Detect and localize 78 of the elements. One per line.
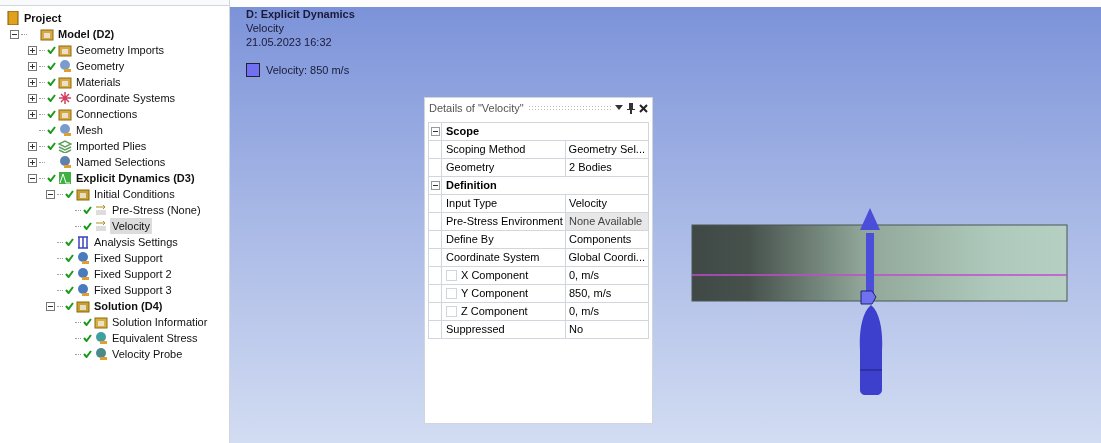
tree-item[interactable]: Materials <box>74 74 123 90</box>
settings-icon <box>76 235 90 249</box>
panel-title: Details of "Velocity" <box>429 100 524 116</box>
project-icon <box>6 11 20 25</box>
expand-toggle[interactable] <box>46 301 55 311</box>
tree-item[interactable]: Analysis Settings <box>92 234 180 250</box>
tree-item[interactable]: Geometry Imports <box>74 42 167 58</box>
expand-toggle[interactable] <box>28 93 37 103</box>
timestamp: 21.05.2023 16:32 <box>246 35 333 49</box>
viewport-subtitle: Velocity <box>246 21 285 35</box>
checkbox[interactable] <box>446 288 457 299</box>
expand-toggle[interactable] <box>28 173 37 183</box>
expand-toggle[interactable] <box>46 189 55 199</box>
viewport-title: D: Explicit Dynamics <box>246 7 355 21</box>
property-label: X Component <box>461 268 529 284</box>
tree-item[interactable]: Initial Conditions <box>92 186 177 202</box>
property-label: Input Type <box>446 196 498 212</box>
property-label: Pre-Stress Environment <box>446 214 563 230</box>
property-value[interactable]: Global Coordi... <box>565 249 649 266</box>
property-label: Geometry <box>446 160 495 176</box>
dropdown-icon[interactable] <box>615 105 623 111</box>
expand-toggle[interactable] <box>28 45 37 55</box>
expand-toggle[interactable] <box>28 61 37 71</box>
tree-item[interactable]: Fixed Support 3 <box>92 282 174 298</box>
initial-icon <box>94 203 108 217</box>
collapse-toggle[interactable] <box>430 127 440 136</box>
pin-icon[interactable] <box>627 102 635 114</box>
collapse-toggle[interactable] <box>430 181 440 190</box>
property-value[interactable]: Geometry Sel... <box>565 141 649 158</box>
tree-item[interactable]: Project <box>22 10 64 26</box>
legend-label: Velocity: 850 m/s <box>266 63 350 77</box>
expand-toggle[interactable] <box>28 109 37 119</box>
property-label: Scoping Method <box>445 142 526 158</box>
property-value[interactable]: Velocity <box>566 195 649 212</box>
tree-item[interactable]: Equivalent Stress <box>110 330 200 346</box>
tree-item[interactable]: Solution (D4) <box>92 298 165 314</box>
property-label: Define By <box>446 232 494 248</box>
property-value[interactable]: 0, m/s <box>566 267 649 284</box>
axes-icon <box>58 91 72 105</box>
tree-item[interactable]: Connections <box>74 106 140 122</box>
tree-item[interactable]: Imported Plies <box>74 138 149 154</box>
expand-toggle[interactable] <box>28 141 37 151</box>
tree-item[interactable]: Geometry <box>74 58 127 74</box>
property-label: Z Component <box>461 304 528 320</box>
group-header: Definition <box>442 177 649 194</box>
property-value[interactable]: Components <box>566 231 649 248</box>
tree-item[interactable]: Solution Informatior <box>110 314 210 330</box>
tree-item[interactable]: Pre-Stress (None) <box>110 202 203 218</box>
folder-icon <box>58 107 72 121</box>
property-label: Coordinate System <box>445 250 540 266</box>
checkbox[interactable] <box>446 306 457 317</box>
expand-toggle[interactable] <box>28 77 37 87</box>
analysis-icon <box>58 171 72 185</box>
property-value[interactable]: 850, m/s <box>566 285 649 302</box>
expand-toggle[interactable] <box>28 157 37 167</box>
tree-item[interactable]: Named Selections <box>74 154 168 170</box>
model-icon <box>40 27 54 41</box>
tree-item[interactable]: Velocity <box>110 218 152 234</box>
expand-toggle[interactable] <box>10 29 19 39</box>
checkbox[interactable] <box>446 270 457 281</box>
tree-item[interactable]: Explicit Dynamics (D3) <box>74 170 197 186</box>
property-label: Suppressed <box>446 322 505 338</box>
folder-icon <box>58 75 72 89</box>
plies-icon <box>58 139 72 153</box>
property-value[interactable]: 2 Bodies <box>566 159 649 176</box>
tree-item[interactable]: Velocity Probe <box>110 346 185 362</box>
group-header: Scope <box>442 123 649 140</box>
tree-item[interactable]: Fixed Support 2 <box>92 266 174 282</box>
initial-icon <box>94 219 108 233</box>
property-value[interactable]: No <box>566 321 649 338</box>
close-icon[interactable] <box>639 103 648 113</box>
folder-icon <box>58 43 72 57</box>
tree-item[interactable]: Fixed Support <box>92 250 165 266</box>
property-value[interactable]: 0, m/s <box>566 303 649 320</box>
tree-item[interactable]: Coordinate Systems <box>74 90 178 106</box>
tree-item[interactable]: Model (D2) <box>56 26 117 42</box>
property-label: Y Component <box>461 286 529 302</box>
tree-item[interactable]: Mesh <box>74 122 105 138</box>
